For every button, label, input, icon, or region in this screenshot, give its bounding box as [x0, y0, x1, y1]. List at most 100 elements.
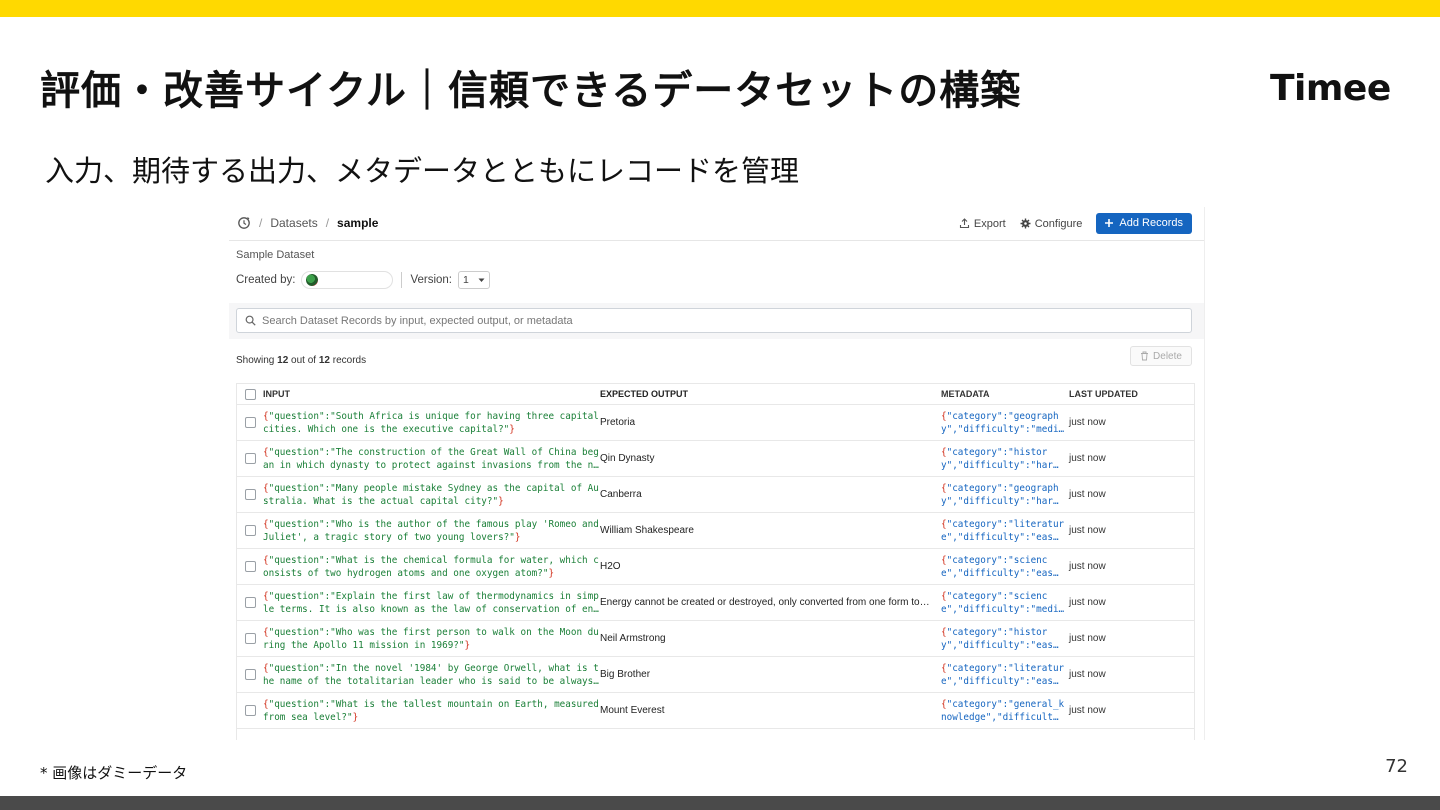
- table-row[interactable]: {"question":"Who was the first person to…: [237, 621, 1194, 657]
- brace-close: }: [509, 423, 515, 435]
- bottom-bar: [0, 796, 1440, 810]
- metadata-cell: {"category":"geography","difficulty":"ha…: [937, 482, 1065, 508]
- last-updated-cell: just now: [1069, 489, 1106, 500]
- row-checkbox[interactable]: [244, 633, 256, 644]
- last-updated-cell: just now: [1069, 597, 1106, 608]
- table-row[interactable]: {"question":"What is the tallest mountai…: [237, 693, 1194, 729]
- page-number: 72: [1385, 756, 1408, 777]
- delete-label: Delete: [1153, 350, 1182, 362]
- last-updated-cell: just now: [1069, 705, 1106, 716]
- divider: [401, 272, 403, 288]
- column-last-updated[interactable]: LAST UPDATED: [1065, 389, 1189, 399]
- expected-output-cell: Mount Everest: [600, 705, 665, 716]
- input-json: "question":"South Africa is unique for h…: [263, 410, 599, 435]
- row-checkbox[interactable]: [244, 561, 256, 572]
- creator-pill[interactable]: [301, 271, 394, 289]
- table-row[interactable]: {"question":"The construction of the Gre…: [237, 441, 1194, 477]
- header-actions: Export Configure Add Records: [959, 213, 1192, 234]
- version-select[interactable]: 1: [458, 271, 491, 289]
- dataset-name: Sample Dataset: [236, 249, 315, 261]
- row-checkbox[interactable]: [244, 417, 256, 428]
- breadcrumb-current: sample: [337, 216, 379, 230]
- metadata-json: "category":"literature","difficulty":"ea…: [941, 518, 1065, 543]
- row-checkbox[interactable]: [244, 489, 256, 500]
- row-select-cell: [237, 417, 263, 428]
- accent-bar: [0, 0, 1440, 17]
- input-json: "question":"What is the tallest mountain…: [263, 698, 599, 723]
- records-table: INPUT EXPECTED OUTPUT METADATA LAST UPDA…: [236, 383, 1195, 740]
- row-select-cell: [237, 525, 263, 536]
- metadata-cell: {"category":"history","difficulty":"hard…: [937, 446, 1065, 472]
- input-cell: {"question":"What is the tallest mountai…: [263, 698, 600, 724]
- created-by-label: Created by:: [236, 274, 296, 286]
- expected-output-cell: Energy cannot be created or destroyed, o…: [600, 597, 937, 608]
- column-input[interactable]: INPUT: [263, 388, 600, 401]
- brace-close: }: [548, 567, 555, 579]
- table-row[interactable]: {"question":"In biology, what is the nam…: [237, 729, 1194, 740]
- add-records-button[interactable]: Add Records: [1096, 213, 1192, 234]
- table-row[interactable]: {"question":"In the novel '1984' by Geor…: [237, 657, 1194, 693]
- row-checkbox[interactable]: [244, 597, 256, 608]
- input-json: "question":"Explain the first law of the…: [263, 590, 599, 615]
- breadcrumb: / Datasets / sample: [237, 216, 378, 230]
- brace-close: }: [514, 531, 521, 543]
- brace-close: }: [352, 711, 359, 723]
- table-row[interactable]: {"question":"Explain the first law of th…: [237, 585, 1194, 621]
- expected-output-cell: William Shakespeare: [600, 525, 694, 536]
- export-label: Export: [973, 217, 1006, 230]
- metadata-cell: {"category":"general_knowledge","difficu…: [937, 698, 1065, 724]
- search-input[interactable]: Search Dataset Records by input, expecte…: [236, 308, 1192, 333]
- row-checkbox[interactable]: [244, 453, 256, 464]
- metadata-cell: {"category":"history","difficulty":"easy…: [937, 626, 1065, 652]
- select-all-cell: [237, 388, 263, 400]
- last-updated-cell: just now: [1069, 561, 1106, 572]
- trash-icon: [1140, 351, 1149, 361]
- record-count: Showing 12 out of 12 records: [236, 355, 367, 366]
- row-checkbox[interactable]: [244, 669, 256, 680]
- app-home-icon[interactable]: [237, 216, 251, 230]
- metadata-json: "category":"literature","difficulty":"ea…: [941, 662, 1065, 687]
- configure-label: Configure: [1034, 217, 1083, 230]
- search-placeholder: Search Dataset Records by input, expecte…: [262, 314, 573, 327]
- input-json: "question":"Who is the author of the fam…: [263, 518, 599, 543]
- plus-icon: [1104, 218, 1114, 228]
- input-cell: {"question":"The construction of the Gre…: [263, 446, 600, 472]
- column-expected-output[interactable]: EXPECTED OUTPUT: [600, 389, 937, 399]
- select-all-checkbox[interactable]: [244, 388, 256, 400]
- row-checkbox[interactable]: [244, 525, 256, 536]
- expected-output-cell: H2O: [600, 561, 621, 572]
- upload-icon: [959, 218, 970, 229]
- brace-close: }: [464, 639, 471, 651]
- input-json: "question":"The construction of the Grea…: [263, 446, 599, 471]
- app-header: / Datasets / sample Export Configure Add…: [229, 207, 1204, 241]
- avatar: [306, 274, 319, 286]
- input-json: "question":"Who was the first person to …: [263, 626, 599, 651]
- expected-output-cell: Qin Dynasty: [600, 453, 655, 464]
- table-row[interactable]: {"question":"What is the chemical formul…: [237, 549, 1194, 585]
- delete-button[interactable]: Delete: [1130, 346, 1192, 366]
- version-label: Version:: [410, 274, 453, 286]
- row-select-cell: [237, 633, 263, 644]
- metadata-json: "category":"geography","difficulty":"har…: [941, 482, 1059, 507]
- metadata-cell: {"category":"literature","difficulty":"e…: [937, 518, 1065, 544]
- row-select-cell: [237, 597, 263, 608]
- last-updated-cell: just now: [1069, 417, 1106, 428]
- metadata-json: "category":"science","difficulty":"mediu…: [941, 590, 1065, 615]
- last-updated-cell: just now: [1069, 453, 1106, 464]
- table-row[interactable]: {"question":"South Africa is unique for …: [237, 405, 1194, 441]
- brace-close: }: [498, 495, 504, 507]
- export-button[interactable]: Export: [959, 218, 1006, 230]
- metadata-cell: {"category":"science","difficulty":"medi…: [937, 590, 1065, 616]
- breadcrumb-datasets[interactable]: Datasets: [270, 216, 317, 230]
- metadata-json: "category":"general_knowledge","difficul…: [941, 698, 1065, 723]
- row-checkbox[interactable]: [244, 705, 256, 716]
- expected-output-cell: Neil Armstrong: [600, 633, 666, 644]
- row-select-cell: [237, 705, 263, 716]
- dataset-meta: Created by: Version: 1: [236, 271, 491, 289]
- column-metadata[interactable]: METADATA: [937, 388, 1065, 401]
- table-row[interactable]: {"question":"Who is the author of the fa…: [237, 513, 1194, 549]
- row-select-cell: [237, 489, 263, 500]
- table-row[interactable]: {"question":"Many people mistake Sydney …: [237, 477, 1194, 513]
- configure-button[interactable]: Configure: [1020, 217, 1083, 230]
- input-json: "question":"In the novel '1984' by Georg…: [263, 662, 599, 687]
